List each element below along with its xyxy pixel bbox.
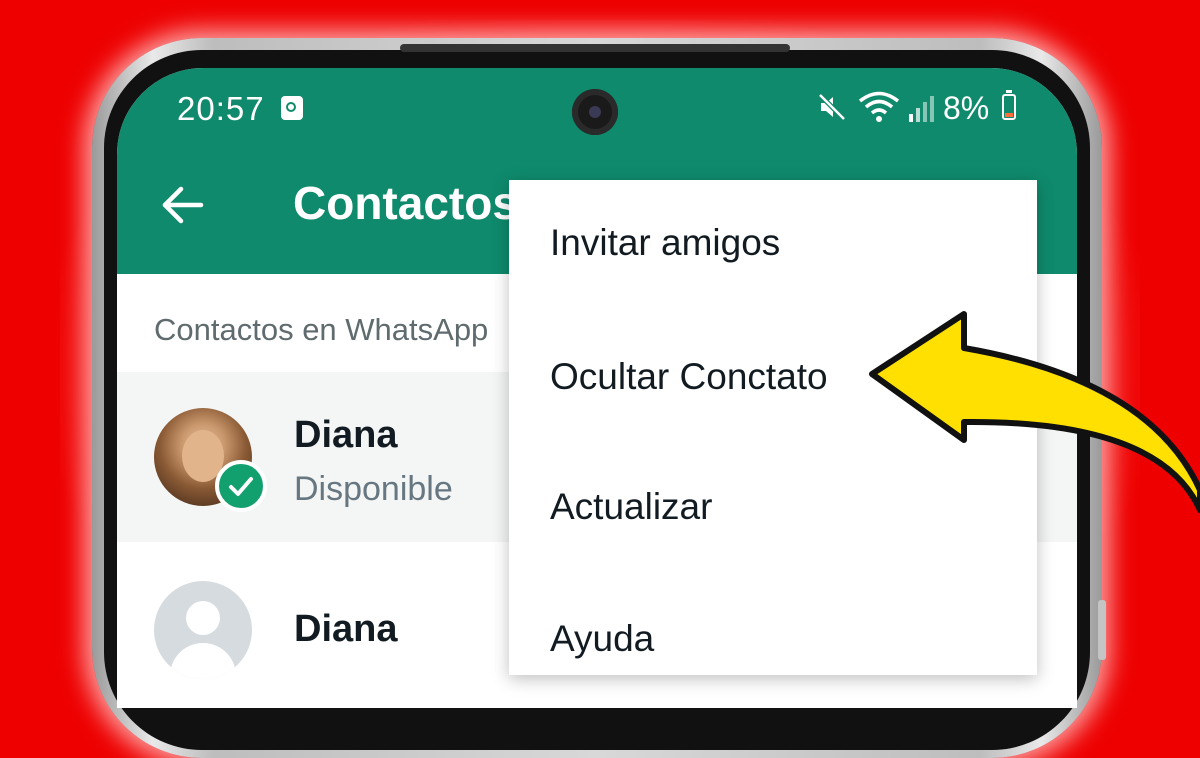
contact-name: Diana bbox=[294, 608, 398, 650]
back-arrow-icon[interactable] bbox=[161, 185, 205, 225]
contact-status: Disponible bbox=[294, 470, 453, 508]
mute-icon bbox=[818, 93, 846, 121]
selected-check-badge bbox=[215, 460, 267, 512]
status-time: 20:57 bbox=[177, 90, 265, 127]
app-notification-icon bbox=[281, 96, 303, 120]
check-icon bbox=[229, 477, 253, 496]
contact-avatar-default[interactable] bbox=[154, 581, 252, 679]
signal-icon bbox=[909, 96, 934, 122]
front-camera bbox=[572, 89, 618, 135]
menu-item-ayuda[interactable]: Ayuda bbox=[550, 618, 654, 660]
battery-percentage: 8% bbox=[943, 90, 990, 126]
menu-item-invitar-amigos[interactable]: Invitar amigos bbox=[550, 222, 780, 264]
battery-icon bbox=[1002, 90, 1016, 120]
menu-item-actualizar[interactable]: Actualizar bbox=[550, 486, 712, 528]
section-header: Contactos en WhatsApp bbox=[154, 312, 489, 347]
page-title: Contactos bbox=[293, 177, 518, 229]
wifi-icon bbox=[858, 91, 900, 122]
phone-speaker bbox=[400, 44, 790, 52]
yellow-pointer-arrow bbox=[869, 311, 1200, 513]
menu-item-ocultar-contacto[interactable]: Ocultar Conctato bbox=[550, 356, 828, 398]
contact-name: Diana bbox=[294, 414, 398, 456]
